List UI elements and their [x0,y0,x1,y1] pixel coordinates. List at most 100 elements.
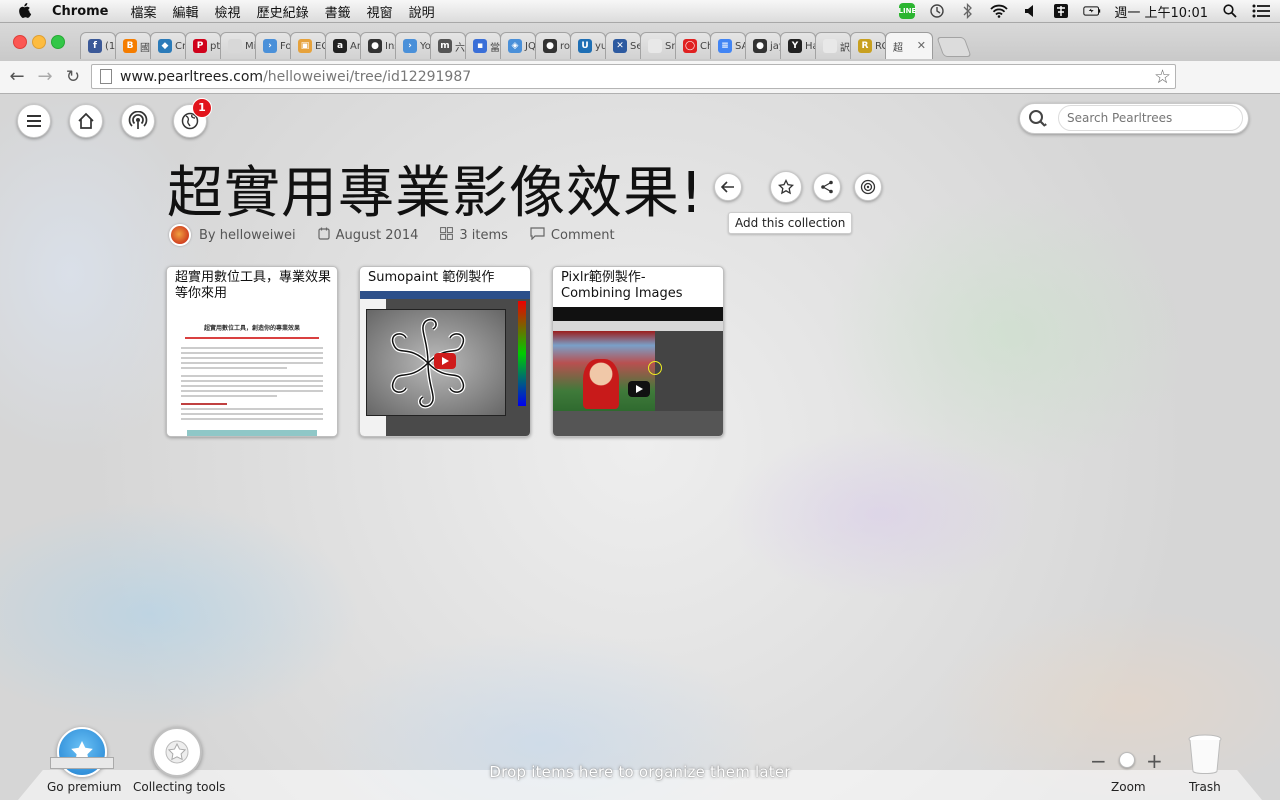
browser-tab[interactable]: Sn [640,32,676,59]
line-app-icon[interactable]: LINE [899,3,916,19]
page-title: 超實用專業影像效果! [167,161,704,226]
tab-close-icon[interactable]: ✕ [917,39,926,52]
apple-icon[interactable] [16,2,34,20]
search-box[interactable] [1019,103,1249,134]
avatar[interactable] [169,224,191,246]
tab-favicon-icon: ● [368,39,382,53]
browser-tab[interactable]: ✕Se [605,32,641,59]
zoom-slider-knob[interactable] [1119,752,1135,768]
go-premium-button[interactable] [57,727,107,777]
home-icon[interactable] [69,104,103,138]
broadcast-icon[interactable] [121,104,155,138]
browser-tab[interactable]: › Yo [395,32,431,59]
browser-toolbar: ← → ↻ www.pearltrees.com /helloweiwei/tr… [0,61,1280,146]
play-button-icon[interactable] [434,353,456,369]
reload-icon[interactable]: ↻ [63,67,83,87]
menu-bookmarks[interactable]: 書籤 [325,2,351,21]
add-collection-star-icon[interactable] [770,171,802,203]
browser-tab[interactable]: 訳 [815,32,851,59]
browser-tab[interactable]: RRC [850,32,886,59]
collection-card-video[interactable]: Pixlr範例製作- Combining Images [552,266,724,437]
input-method-icon[interactable] [1052,2,1070,20]
collecting-tools-button[interactable] [152,727,202,777]
browser-tab[interactable]: B國 [115,32,151,59]
window-zoom-button[interactable] [51,35,65,49]
menu-edit[interactable]: 編輯 [173,2,199,21]
browser-tab[interactable]: ●roo [535,32,571,59]
menu-app-name[interactable]: Chrome [52,4,109,19]
notification-center-icon[interactable] [1252,2,1270,20]
browser-tab[interactable]: ●Ins [360,32,396,59]
tab-favicon-icon: P [193,39,207,53]
browser-tab[interactable]: ≡SA [710,32,746,59]
comment-icon [530,226,545,244]
share-icon[interactable] [813,173,841,201]
menu-history[interactable]: 歷史紀錄 [257,2,309,21]
spotlight-search-icon[interactable] [1221,2,1239,20]
browser-tab[interactable]: Pptt [185,32,221,59]
tab-favicon-icon: a [333,39,347,53]
address-bar[interactable]: www.pearltrees.com /helloweiwei/tree/id1… [91,64,1176,89]
back-arrow-icon[interactable]: ← [7,67,27,87]
tab-active[interactable]: 超 ✕ [885,32,933,59]
notification-badge: 1 [192,98,212,118]
menu-help[interactable]: 說明 [409,2,435,21]
menu-file[interactable]: 檔案 [131,2,157,21]
time-machine-icon[interactable] [928,2,946,20]
browser-tab[interactable]: ▣EC [290,32,326,59]
collection-card-document[interactable]: 超實用數位工具，專業效果等你來用 超實用數位工具，創造你的專業效果 [166,266,338,437]
play-button-icon[interactable] [628,381,650,397]
tab-favicon-icon: › [263,39,277,53]
browser-tab[interactable]: Mi [220,32,256,59]
trash-icon[interactable] [1187,734,1223,774]
window-close-button[interactable] [13,35,27,49]
back-arrow-icon[interactable] [714,173,742,201]
menu-hamburger-icon[interactable] [17,104,51,138]
bluetooth-icon[interactable] [959,2,977,20]
collection-card-video[interactable]: Sumopaint 範例製作 [359,266,531,437]
search-input[interactable] [1058,105,1243,131]
browser-tab[interactable]: f(1) [80,32,116,59]
browser-tab[interactable]: ◆ Cr [150,32,186,59]
browser-tab[interactable]: ◯Ch [675,32,711,59]
comment-link[interactable]: Comment [551,228,615,243]
forward-arrow-icon[interactable]: → [35,67,55,87]
author-link[interactable]: By helloweiwei [199,228,296,243]
browser-tab[interactable]: ●jay [745,32,781,59]
tab-favicon-icon: ≡ [718,39,732,53]
collection-meta: By helloweiwei August 2014 3 items Comme… [169,224,615,246]
browser-tab[interactable]: ◈ JQ [500,32,536,59]
zoom-out-icon[interactable]: − [1090,749,1107,773]
menu-window[interactable]: 視窗 [367,2,393,21]
go-premium-label[interactable]: Go premium [47,780,121,794]
tab-favicon-icon: ▪ [473,39,487,53]
battery-icon[interactable] [1083,2,1101,20]
wifi-icon[interactable] [990,2,1009,20]
zoom-in-icon[interactable]: + [1146,749,1163,773]
zoom-label: Zoom [1111,780,1146,794]
globe-icon[interactable]: 1 [173,98,212,138]
trash-label[interactable]: Trash [1189,780,1221,794]
tab-favicon-icon: ◯ [683,39,697,53]
browser-tab[interactable]: aAn [325,32,361,59]
menubar-clock[interactable]: 週一 上午10:01 [1114,2,1208,21]
collection-date: August 2014 [335,227,419,243]
search-icon[interactable] [1028,109,1048,129]
browser-tab[interactable]: Uyu [570,32,606,59]
browser-tab[interactable]: › Fo [255,32,291,59]
menu-view[interactable]: 檢視 [215,2,241,21]
tab-favicon-icon: ◆ [158,39,172,53]
url-domain: www.pearltrees.com [120,68,264,85]
browser-tab[interactable]: YHa [780,32,816,59]
pearl-target-icon[interactable] [854,173,882,201]
bookmark-star-icon[interactable]: ☆ [1154,66,1171,88]
window-minimize-button[interactable] [32,35,46,49]
new-tab-button[interactable] [936,37,972,57]
tab-favicon-icon [228,39,242,53]
volume-icon[interactable] [1021,2,1039,20]
browser-tab[interactable]: m六 [430,32,466,59]
tab-favicon-icon: R [858,39,872,53]
browser-tab[interactable]: ▪ 當 [465,32,501,59]
swirl-artwork-icon [390,317,466,409]
collecting-tools-label[interactable]: Collecting tools [133,780,225,794]
